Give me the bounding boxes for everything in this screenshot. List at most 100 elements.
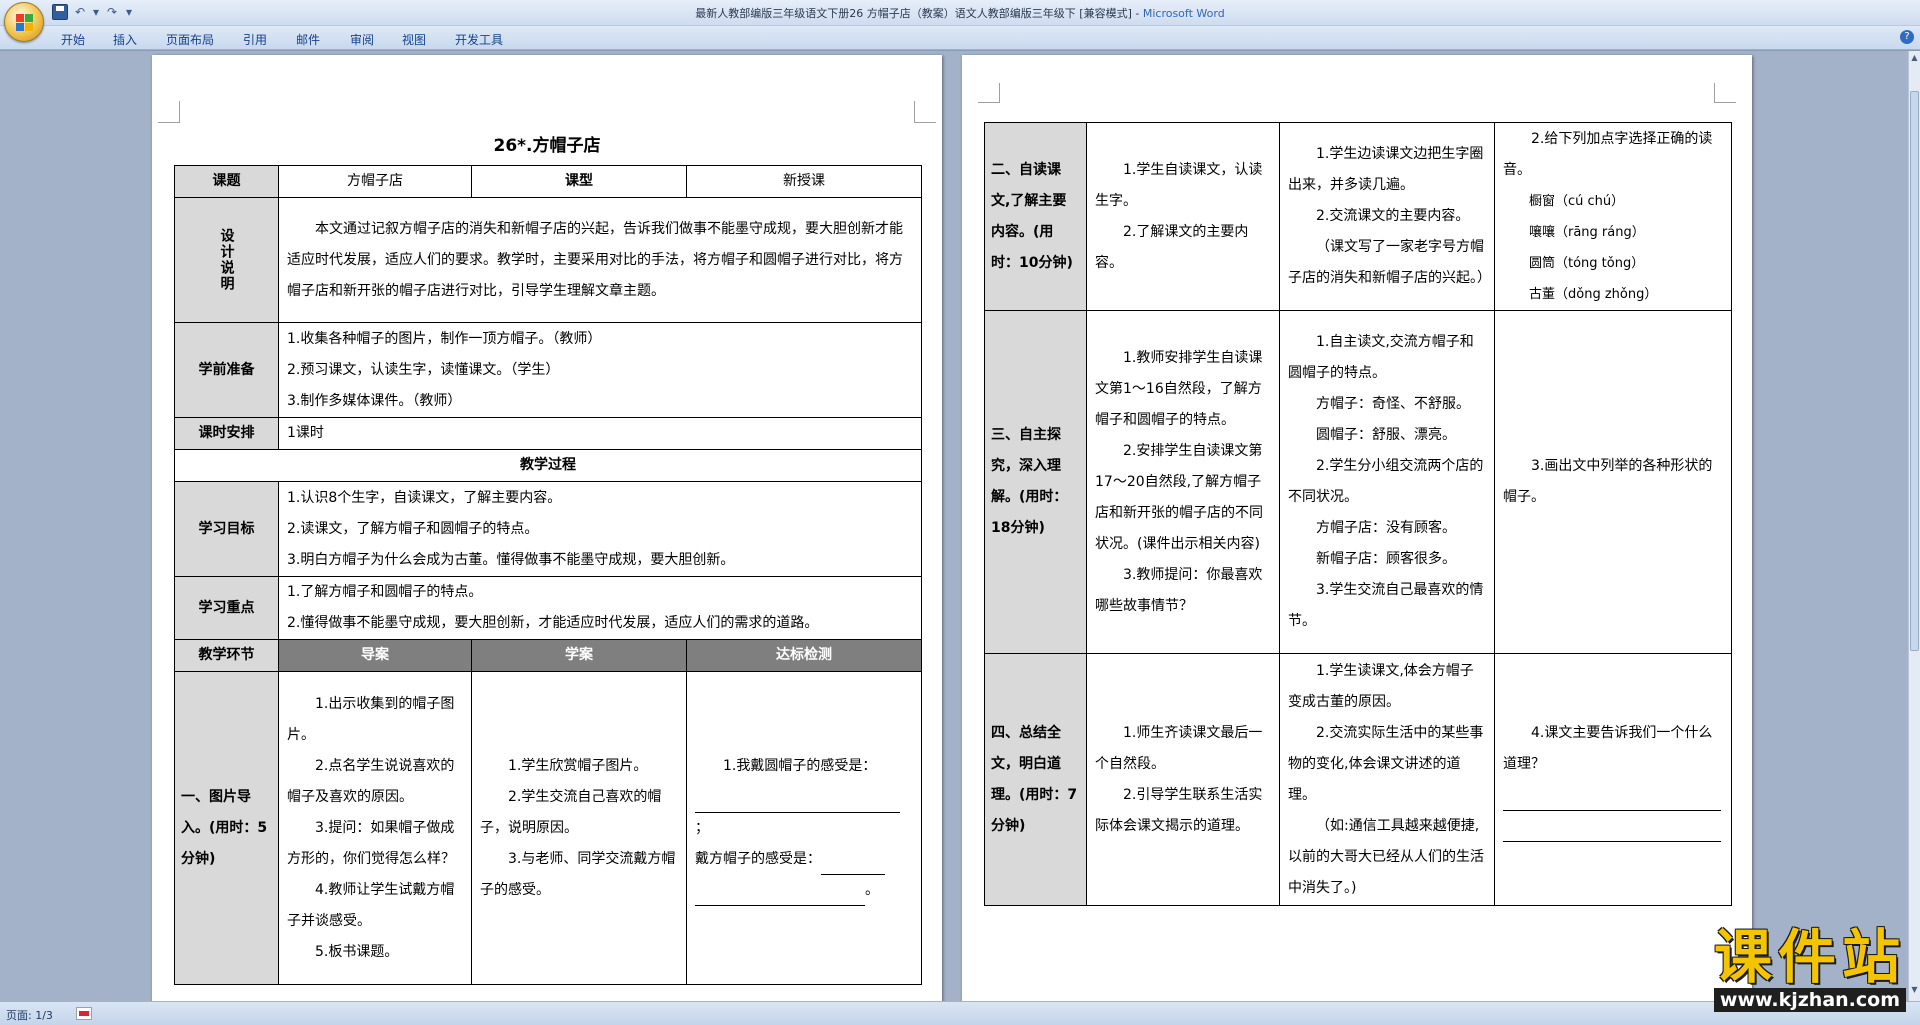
table-row: 一、图片导入。(用时：5分钟) 1.出示收集到的帽子图片。 2.点名学生说说喜欢… bbox=[174, 671, 922, 985]
office-button[interactable] bbox=[4, 2, 44, 42]
time-label: 课时安排 bbox=[174, 417, 279, 450]
process-heading: 教学过程 bbox=[174, 449, 922, 482]
language-icon[interactable] bbox=[76, 1007, 92, 1020]
answer-blank[interactable] bbox=[695, 890, 865, 906]
pinyin-item: 嚷嚷（rāng ráng） bbox=[1529, 224, 1645, 240]
tab-developer[interactable]: 开发工具 bbox=[455, 31, 503, 48]
list-item: 2.了解课文的主要内容。 bbox=[1095, 223, 1249, 271]
list-item: 1.学生欣赏帽子图片。 bbox=[508, 757, 648, 774]
list-item: 2.交流课文的主要内容。 bbox=[1316, 208, 1470, 224]
list-item: 方帽子：奇怪、不舒服。 bbox=[1316, 396, 1470, 412]
list-item: 3.画出文中列举的各种形状的帽子。 bbox=[1503, 458, 1713, 505]
step1-label: 一、图片导入。(用时：5分钟) bbox=[174, 671, 279, 985]
tab-references[interactable]: 引用 bbox=[243, 31, 267, 48]
type-label: 课型 bbox=[471, 165, 687, 198]
list-item: 4.教师让学生试戴方帽子并谈感受。 bbox=[287, 881, 455, 929]
header-check: 达标检测 bbox=[686, 639, 922, 672]
document-title: 26*.方帽子店 bbox=[493, 136, 601, 156]
answer-blank[interactable] bbox=[695, 797, 900, 813]
header-step: 教学环节 bbox=[174, 639, 279, 672]
crop-mark bbox=[914, 101, 936, 123]
list-item: 1.学生边读课文边把生字圈出来，并多读几遍。 bbox=[1288, 146, 1484, 193]
tab-home[interactable]: 开始 bbox=[61, 31, 85, 48]
list-item: 2.懂得做事不能墨守成规，要大胆创新，才能适应时代发展，适应人们的需求的道路。 bbox=[287, 615, 819, 631]
type-value: 新授课 bbox=[686, 165, 922, 198]
list-item: 2.预习课文，认读生字，读懂课文。（学生） bbox=[287, 361, 560, 378]
goals-label: 学习目标 bbox=[174, 481, 279, 577]
step3-label: 三、自主探究，深入理解。(用时：18分钟) bbox=[984, 310, 1087, 654]
list-item: 3.与老师、同学交流戴方帽子的感受。 bbox=[480, 850, 676, 898]
list-item: （如:通信工具越来越便捷,以前的大哥大已经从人们的生活中消失了。) bbox=[1288, 817, 1484, 896]
list-item: 3.明白方帽子为什么会成为古董。懂得做事不能墨守成规，要大胆创新。 bbox=[287, 551, 735, 568]
watermark-name: 课件站 bbox=[1713, 923, 1906, 991]
table-row: 学习目标 1.认识8个生字，自读课文，了解主要内容。 2.读课文，了解方帽子和圆… bbox=[174, 481, 922, 577]
scroll-up-icon[interactable]: ▲ bbox=[1909, 53, 1920, 67]
tab-page-layout[interactable]: 页面布局 bbox=[166, 31, 214, 48]
design-label: 设计说明 bbox=[218, 228, 235, 292]
list-item: 3.提问：如果帽子做成方形的，你们觉得怎么样？ bbox=[287, 819, 455, 867]
window-title: 最新人教部编版三年级语文下册26 方帽子店（教案）语文人教部编版三年级下 [兼容… bbox=[0, 5, 1920, 21]
list-item: 圆帽子：舒服、漂亮。 bbox=[1316, 427, 1456, 443]
table-row: 学习重点 1.了解方帽子和圆帽子的特点。 2.懂得做事不能墨守成规，要大胆创新，… bbox=[174, 576, 922, 640]
check-question-1: 1.我戴圆帽子的感受是： bbox=[723, 757, 877, 774]
page-1: 26*.方帽子店 课题 方帽子店 课型 新授课 设计说明 本文通过记叙方帽子店的… bbox=[152, 55, 942, 1001]
key-label: 学习重点 bbox=[174, 576, 279, 640]
page-count[interactable]: 页面: 1/3 bbox=[6, 1007, 53, 1023]
lesson-plan-table-continued: 二、自读课文,了解主要内容。(用时：10分钟) 1.学生自读课文，认读生字。 2… bbox=[984, 122, 1732, 906]
list-item: 1.认识8个生字，自读课文，了解主要内容。 bbox=[287, 489, 562, 506]
list-item: 5.板书课题。 bbox=[315, 943, 399, 960]
topic-label: 课题 bbox=[174, 165, 279, 198]
tab-insert[interactable]: 插入 bbox=[113, 31, 137, 48]
step4-label: 四、总结全文，明白道理。(用时：7分钟) bbox=[984, 653, 1087, 906]
header-study: 学案 bbox=[471, 639, 687, 672]
table-row: 教学过程 bbox=[174, 449, 922, 482]
time-value: 1课时 bbox=[278, 417, 922, 450]
design-text: 本文通过记叙方帽子店的消失和新帽子店的兴起，告诉我们做事不能墨守成规，要大胆创新… bbox=[278, 197, 922, 323]
list-item: 方帽子店：没有顾客。 bbox=[1316, 520, 1456, 536]
watermark-url: www.kjzhan.com bbox=[1713, 988, 1906, 1012]
list-item: 2.学生分小组交流两个店的不同状况。 bbox=[1288, 458, 1484, 505]
help-icon[interactable]: ? bbox=[1900, 30, 1914, 44]
office-logo-icon bbox=[16, 14, 34, 32]
list-item: 2.学生交流自己喜欢的帽子，说明原因。 bbox=[480, 788, 662, 836]
scroll-down-icon[interactable]: ▼ bbox=[1909, 985, 1920, 999]
table-row: 学前准备 1.收集各种帽子的图片，制作一顶方帽子。（教师） 2.预习课文，认读生… bbox=[174, 322, 922, 418]
check-question-2: 戴方帽子的感受是： bbox=[695, 850, 821, 867]
list-item: 1.学生读课文,体会方帽子变成古董的原因。 bbox=[1288, 662, 1474, 710]
list-item: 2.读课文，了解方帽子和圆帽子的特点。 bbox=[287, 520, 539, 537]
list-item: 2.点名学生说说喜欢的帽子及喜欢的原因。 bbox=[287, 757, 455, 805]
topic-value: 方帽子店 bbox=[278, 165, 472, 198]
crop-mark bbox=[158, 101, 180, 123]
pinyin-item: 橱窗（cú chú） bbox=[1529, 193, 1625, 209]
answer-blank[interactable] bbox=[821, 859, 885, 875]
header-guide: 导案 bbox=[278, 639, 472, 672]
document-area[interactable]: 26*.方帽子店 课题 方帽子店 课型 新授课 设计说明 本文通过记叙方帽子店的… bbox=[0, 51, 1908, 1001]
list-item: 1.收集各种帽子的图片，制作一顶方帽子。（教师） bbox=[287, 330, 602, 347]
tab-mailings[interactable]: 邮件 bbox=[296, 31, 320, 48]
list-item: 1.教师安排学生自读课文第1～16自然段，了解方帽子和圆帽子的特点。 bbox=[1095, 349, 1263, 428]
tab-review[interactable]: 审阅 bbox=[350, 31, 374, 48]
crop-mark bbox=[978, 83, 1000, 103]
list-item: 4.课文主要告诉我们一个什么道理？ bbox=[1503, 724, 1713, 772]
table-row: 三、自主探究，深入理解。(用时：18分钟) 1.教师安排学生自读课文第1～16自… bbox=[984, 310, 1732, 654]
pinyin-item: 圆筒（tóng tǒng） bbox=[1529, 255, 1645, 271]
list-item: 新帽子店：顾客很多。 bbox=[1316, 551, 1456, 567]
tab-view[interactable]: 视图 bbox=[402, 31, 426, 48]
ribbon-tabs: 开始 插入 页面布局 引用 邮件 审阅 视图 开发工具 ? bbox=[0, 26, 1920, 50]
answer-blank[interactable] bbox=[1503, 826, 1721, 842]
table-row: 教学环节 导案 学案 达标检测 bbox=[174, 639, 922, 672]
list-item: 1.了解方帽子和圆帽子的特点。 bbox=[287, 584, 483, 600]
scrollbar-thumb[interactable] bbox=[1910, 91, 1919, 651]
status-bar: 页面: 1/3 bbox=[0, 1001, 1920, 1025]
crop-mark bbox=[1714, 83, 1736, 103]
list-item: 2.安排学生自读课文第17～20自然段,了解方帽子店和新开张的帽子店的不同状况。… bbox=[1095, 442, 1263, 552]
list-item: 1.出示收集到的帽子图片。 bbox=[287, 695, 455, 743]
list-item: 2.给下列加点字选择正确的读音。 bbox=[1503, 130, 1713, 178]
list-item: 1.学生自读课文，认读生字。 bbox=[1095, 161, 1263, 209]
vertical-scrollbar[interactable]: ▲ ▼ bbox=[1908, 51, 1920, 1001]
pinyin-item: 古董（dǒng zhǒng） bbox=[1529, 286, 1658, 302]
table-row: 四、总结全文，明白道理。(用时：7分钟) 1.师生齐读课文最后一个自然段。 2.… bbox=[984, 653, 1732, 906]
list-item: （课文写了一家老字号方帽子店的消失和新帽子店的兴起。） bbox=[1288, 239, 1491, 286]
lesson-plan-table: 课题 方帽子店 课型 新授课 设计说明 本文通过记叙方帽子店的消失和新帽子店的兴… bbox=[174, 165, 922, 985]
answer-blank[interactable] bbox=[1503, 795, 1721, 811]
